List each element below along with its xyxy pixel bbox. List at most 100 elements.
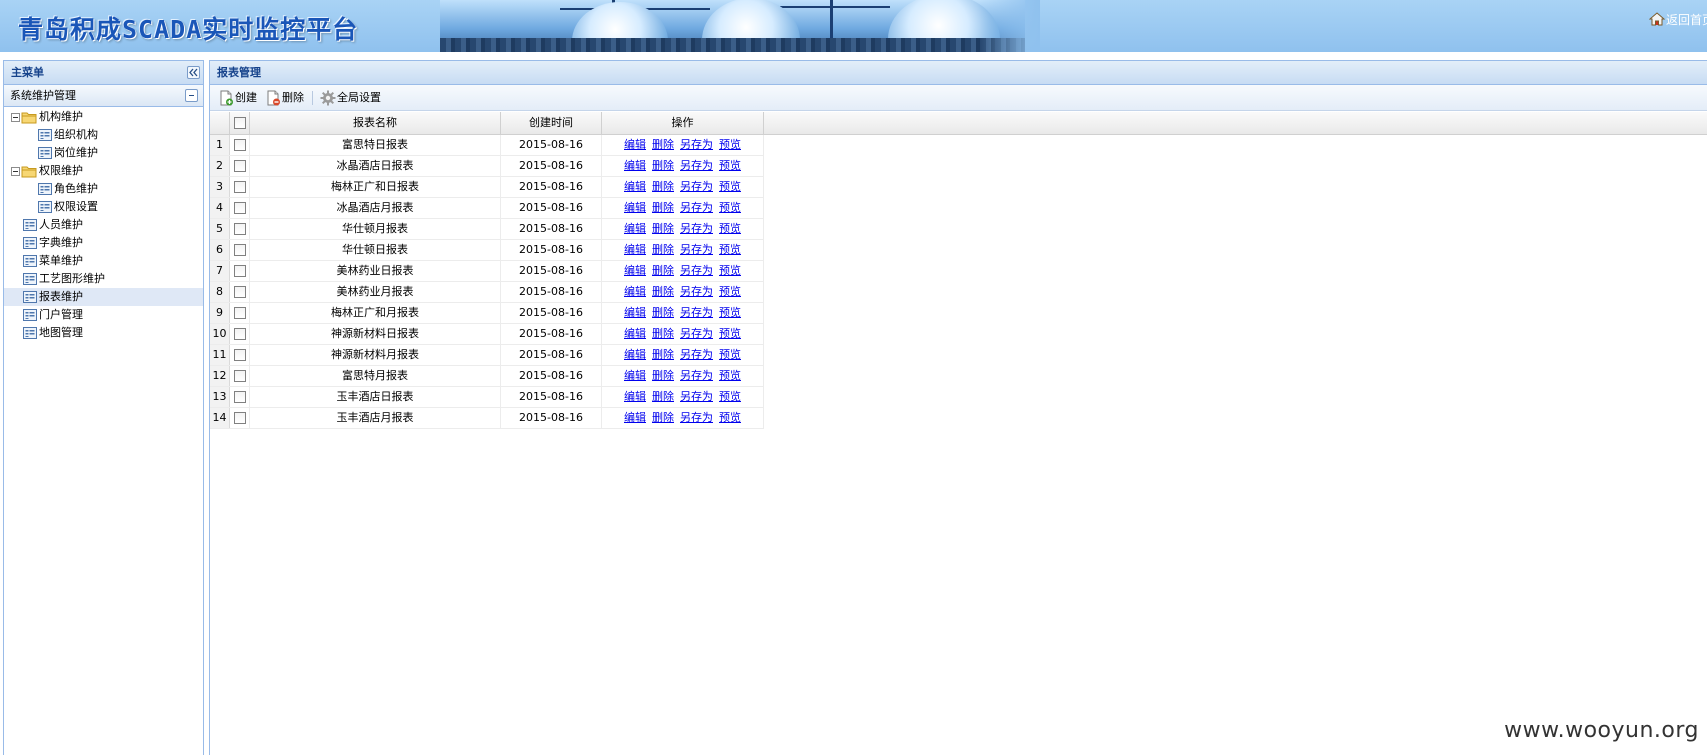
edit-link[interactable]: 编辑 <box>624 180 646 193</box>
edit-link[interactable]: 编辑 <box>624 348 646 361</box>
save-as-link[interactable]: 另存为 <box>680 306 713 319</box>
save-as-link[interactable]: 另存为 <box>680 138 713 151</box>
delete-link[interactable]: 删除 <box>652 369 674 382</box>
preview-link[interactable]: 预览 <box>719 306 741 319</box>
edit-link[interactable]: 编辑 <box>624 390 646 403</box>
delete-link[interactable]: 删除 <box>652 411 674 424</box>
save-as-link[interactable]: 另存为 <box>680 285 713 298</box>
row-checkbox[interactable] <box>233 181 246 193</box>
row-checkbox[interactable] <box>233 412 246 424</box>
delete-link[interactable]: 删除 <box>652 264 674 277</box>
table-row[interactable]: 10 神源新材料日报表 2015-08-16 编辑 删除 另存为 预览 <box>210 324 764 345</box>
row-checkbox[interactable] <box>233 349 246 361</box>
tree-item[interactable]: 报表维护 <box>4 288 203 306</box>
preview-link[interactable]: 预览 <box>719 222 741 235</box>
save-as-link[interactable]: 另存为 <box>680 222 713 235</box>
row-checkbox[interactable] <box>233 328 246 340</box>
tree-item[interactable]: 人员维护 <box>4 216 203 234</box>
home-link[interactable]: 返回首页 <box>1649 11 1707 27</box>
tree-collapse-toggle[interactable] <box>11 167 20 176</box>
row-checkbox[interactable] <box>233 139 246 151</box>
delete-link[interactable]: 删除 <box>652 390 674 403</box>
preview-link[interactable]: 预览 <box>719 411 741 424</box>
delete-button[interactable]: 删除 <box>265 89 307 107</box>
tree-item[interactable]: 工艺图形维护 <box>4 270 203 288</box>
tree-item[interactable]: 机构维护 <box>4 108 203 126</box>
edit-link[interactable]: 编辑 <box>624 327 646 340</box>
table-row[interactable]: 2 冰晶酒店日报表 2015-08-16 编辑 删除 另存为 预览 <box>210 156 764 177</box>
save-as-link[interactable]: 另存为 <box>680 159 713 172</box>
tree-item[interactable]: 地图管理 <box>4 324 203 342</box>
select-all-checkbox[interactable] <box>233 117 246 129</box>
row-checkbox[interactable] <box>233 307 246 319</box>
table-row[interactable]: 7 美林药业日报表 2015-08-16 编辑 删除 另存为 预览 <box>210 261 764 282</box>
delete-link[interactable]: 删除 <box>652 180 674 193</box>
edit-link[interactable]: 编辑 <box>624 306 646 319</box>
column-header-actions[interactable]: 操作 <box>602 112 764 134</box>
preview-link[interactable]: 预览 <box>719 285 741 298</box>
preview-link[interactable]: 预览 <box>719 201 741 214</box>
row-checkbox[interactable] <box>233 265 246 277</box>
save-as-link[interactable]: 另存为 <box>680 243 713 256</box>
edit-link[interactable]: 编辑 <box>624 222 646 235</box>
table-row[interactable]: 8 美林药业月报表 2015-08-16 编辑 删除 另存为 预览 <box>210 282 764 303</box>
row-checkbox[interactable] <box>233 223 246 235</box>
table-row[interactable]: 6 华仕顿日报表 2015-08-16 编辑 删除 另存为 预览 <box>210 240 764 261</box>
row-checkbox[interactable] <box>233 202 246 214</box>
save-as-link[interactable]: 另存为 <box>680 264 713 277</box>
delete-link[interactable]: 删除 <box>652 222 674 235</box>
delete-link[interactable]: 删除 <box>652 327 674 340</box>
tree-item[interactable]: 菜单维护 <box>4 252 203 270</box>
collapse-section-button[interactable] <box>185 89 198 102</box>
tree-item[interactable]: 岗位维护 <box>4 144 203 162</box>
tree-item[interactable]: 组织机构 <box>4 126 203 144</box>
table-row[interactable]: 4 冰晶酒店月报表 2015-08-16 编辑 删除 另存为 预览 <box>210 198 764 219</box>
edit-link[interactable]: 编辑 <box>624 285 646 298</box>
tree-collapse-toggle[interactable] <box>11 113 20 122</box>
edit-link[interactable]: 编辑 <box>624 411 646 424</box>
edit-link[interactable]: 编辑 <box>624 201 646 214</box>
tree-item[interactable]: 权限维护 <box>4 162 203 180</box>
save-as-link[interactable]: 另存为 <box>680 390 713 403</box>
save-as-link[interactable]: 另存为 <box>680 369 713 382</box>
save-as-link[interactable]: 另存为 <box>680 348 713 361</box>
tree-item[interactable]: 字典维护 <box>4 234 203 252</box>
preview-link[interactable]: 预览 <box>719 180 741 193</box>
table-row[interactable]: 13 玉丰酒店日报表 2015-08-16 编辑 删除 另存为 预览 <box>210 387 764 408</box>
edit-link[interactable]: 编辑 <box>624 243 646 256</box>
accordion-system-maintenance[interactable]: 系统维护管理 <box>4 85 203 107</box>
preview-link[interactable]: 预览 <box>719 264 741 277</box>
table-row[interactable]: 11 神源新材料月报表 2015-08-16 编辑 删除 另存为 预览 <box>210 345 764 366</box>
column-header-name[interactable]: 报表名称 <box>250 112 501 134</box>
delete-link[interactable]: 删除 <box>652 201 674 214</box>
preview-link[interactable]: 预览 <box>719 243 741 256</box>
tree-item[interactable]: 角色维护 <box>4 180 203 198</box>
collapse-menu-button[interactable] <box>187 66 200 79</box>
save-as-link[interactable]: 另存为 <box>680 201 713 214</box>
row-checkbox[interactable] <box>233 286 246 298</box>
row-checkbox[interactable] <box>233 244 246 256</box>
edit-link[interactable]: 编辑 <box>624 138 646 151</box>
column-header-date[interactable]: 创建时间 <box>501 112 602 134</box>
preview-link[interactable]: 预览 <box>719 327 741 340</box>
global-settings-button[interactable]: 全局设置 <box>320 89 386 107</box>
table-row[interactable]: 9 梅林正广和月报表 2015-08-16 编辑 删除 另存为 预览 <box>210 303 764 324</box>
table-row[interactable]: 5 华仕顿月报表 2015-08-16 编辑 删除 另存为 预览 <box>210 219 764 240</box>
save-as-link[interactable]: 另存为 <box>680 411 713 424</box>
table-row[interactable]: 14 玉丰酒店月报表 2015-08-16 编辑 删除 另存为 预览 <box>210 408 764 429</box>
table-row[interactable]: 3 梅林正广和日报表 2015-08-16 编辑 删除 另存为 预览 <box>210 177 764 198</box>
create-button[interactable]: 创建 <box>218 89 260 107</box>
preview-link[interactable]: 预览 <box>719 159 741 172</box>
delete-link[interactable]: 删除 <box>652 348 674 361</box>
preview-link[interactable]: 预览 <box>719 138 741 151</box>
preview-link[interactable]: 预览 <box>719 369 741 382</box>
delete-link[interactable]: 删除 <box>652 306 674 319</box>
preview-link[interactable]: 预览 <box>719 348 741 361</box>
table-row[interactable]: 12 富思特月报表 2015-08-16 编辑 删除 另存为 预览 <box>210 366 764 387</box>
tree-item[interactable]: 门户管理 <box>4 306 203 324</box>
edit-link[interactable]: 编辑 <box>624 159 646 172</box>
tree-item[interactable]: 权限设置 <box>4 198 203 216</box>
delete-link[interactable]: 删除 <box>652 138 674 151</box>
edit-link[interactable]: 编辑 <box>624 369 646 382</box>
row-checkbox[interactable] <box>233 370 246 382</box>
